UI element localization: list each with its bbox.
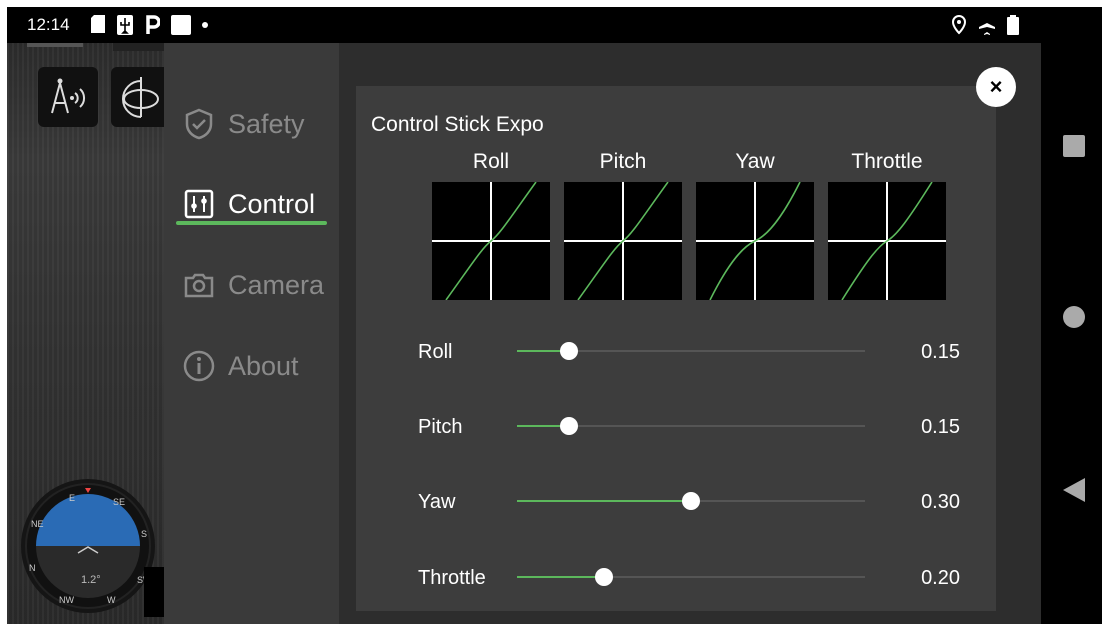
menu-active-indicator [176, 221, 327, 225]
curve-label-pitch: Pitch [599, 150, 647, 173]
usb-icon [117, 15, 133, 35]
info-icon [183, 350, 215, 382]
square-notification-icon [171, 15, 191, 35]
settings-menu: Safety Control Camera About [164, 43, 339, 624]
dot-icon [202, 22, 208, 28]
home-icon[interactable] [1063, 306, 1085, 328]
compass-dir-w: W [107, 595, 116, 605]
compass-dir-nw: NW [59, 595, 74, 605]
menu-item-label-control: Control [228, 188, 316, 219]
slider-value-yaw: 0.30 [921, 491, 960, 513]
shield-check-icon [185, 108, 213, 140]
throttle-slider[interactable] [517, 568, 865, 586]
slider-label-pitch: Pitch [418, 416, 463, 438]
expo-curve-roll [432, 182, 550, 300]
parking-icon [146, 15, 160, 34]
attitude-indicator-graphic: E SE S SW W NW N NE 1.2° [25, 483, 152, 609]
slider-label-roll: Roll [418, 341, 453, 363]
slider-value-pitch: 0.15 [921, 416, 960, 438]
slider-value-throttle: 0.20 [921, 567, 960, 589]
status-time: 12:14 [27, 15, 70, 34]
menu-item-about[interactable]: About [182, 343, 332, 389]
throttle-slider-thumb[interactable] [595, 568, 613, 586]
gimbal-button[interactable] [111, 67, 171, 127]
antenna-icon [51, 78, 86, 114]
roll-slider-thumb[interactable] [560, 342, 579, 360]
curve-label-yaw: Yaw [735, 150, 775, 173]
sliders-icon [184, 189, 214, 219]
yaw-slider-fill [517, 500, 691, 502]
control-stick-expo-panel: Control Stick Expo Roll Pitch Yaw Thrott… [356, 86, 996, 611]
menu-item-label-camera: Camera [228, 269, 325, 300]
expo-curve-yaw [696, 182, 814, 300]
curve-label-throttle: Throttle [851, 150, 923, 173]
location-icon [951, 15, 967, 35]
gimbal-icon [122, 77, 159, 118]
compass-dir-n: N [29, 563, 36, 573]
settings-content: Control Stick Expo Roll Pitch Yaw Thrott… [339, 43, 1041, 624]
compass-dir-se: SE [113, 497, 125, 507]
panel-title: Control Stick Expo [371, 113, 544, 136]
curve-label-roll: Roll [472, 150, 510, 173]
close-button[interactable]: × [976, 67, 1016, 107]
menu-item-label-safety: Safety [228, 108, 305, 139]
app-frame: 12:14 E SE S W NW N NE 1.2° Safety Contr… [7, 7, 1102, 624]
hud-top-bar-2 [113, 43, 169, 51]
compass-dir-s: S [141, 529, 147, 539]
yaw-slider[interactable] [517, 492, 865, 510]
slider-value-roll: 0.15 [921, 341, 960, 363]
compass-dir-ne: NE [31, 519, 44, 529]
compass-tilt-value: 1.2° [81, 574, 101, 586]
airplane-mode-icon [979, 16, 995, 35]
menu-item-label-about: About [228, 350, 299, 381]
slider-label-throttle: Throttle [418, 567, 486, 589]
recents-icon[interactable] [1063, 135, 1085, 157]
status-bar: 12:14 [7, 7, 1041, 43]
hud-top-bar [27, 43, 83, 47]
pitch-slider-thumb[interactable] [560, 417, 579, 435]
close-icon: × [989, 74, 1003, 99]
yaw-slider-thumb[interactable] [682, 492, 700, 510]
compass-dir-e: E [69, 493, 75, 503]
attitude-compass: E SE S SW W NW N NE 1.2° [21, 479, 155, 613]
battery-icon [1007, 15, 1019, 35]
antenna-button[interactable] [38, 67, 98, 127]
slider-label-yaw: Yaw [418, 491, 456, 513]
throttle-slider-fill [517, 576, 604, 578]
hud-edge-block [144, 567, 164, 617]
android-nav-bar [1041, 7, 1102, 624]
menu-item-safety[interactable]: Safety [182, 101, 332, 147]
menu-item-camera[interactable]: Camera [182, 262, 332, 308]
sd-card-icon [91, 15, 105, 33]
back-icon[interactable] [1063, 478, 1085, 502]
roll-slider[interactable] [517, 342, 865, 360]
expo-curve-pitch [564, 182, 682, 300]
expo-curve-throttle [828, 182, 946, 300]
pitch-slider[interactable] [517, 417, 865, 435]
camera-icon [184, 273, 214, 298]
